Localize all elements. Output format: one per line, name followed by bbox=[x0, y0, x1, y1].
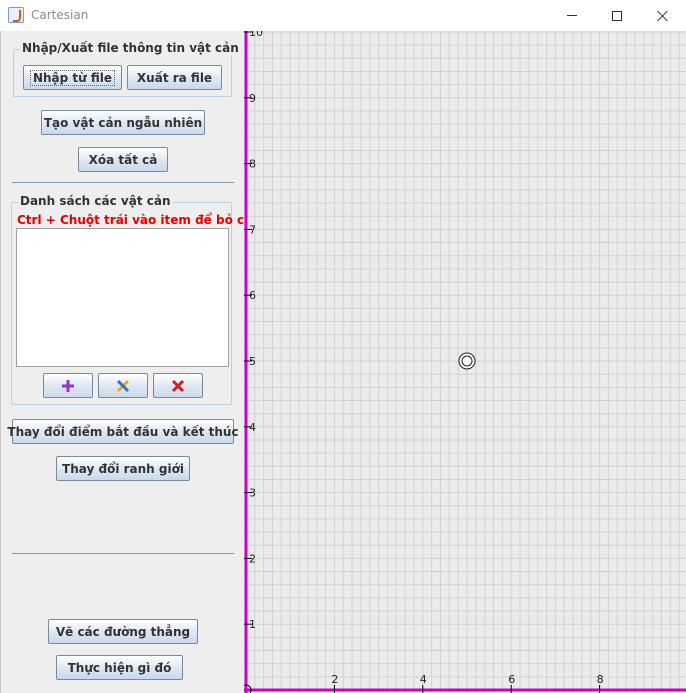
separator-top bbox=[12, 182, 234, 183]
export-file-button[interactable]: Xuất ra file bbox=[127, 65, 222, 90]
y-tick-label: 1 bbox=[249, 618, 256, 631]
y-tick-label: 9 bbox=[249, 92, 256, 105]
y-tick-label: 3 bbox=[249, 487, 256, 500]
x-tick-label: 6 bbox=[508, 673, 515, 686]
close-button[interactable] bbox=[640, 0, 686, 31]
random-obstacles-button[interactable]: Tạo vật cản ngẫu nhiên bbox=[41, 110, 205, 135]
obstacle-list[interactable] bbox=[16, 228, 229, 367]
y-tick-label: 10 bbox=[249, 31, 263, 39]
add-obstacle-button[interactable] bbox=[43, 373, 93, 398]
import-file-button[interactable]: Nhập từ file bbox=[23, 65, 122, 90]
obstacles-group-legend: Danh sách các vật cản bbox=[18, 194, 173, 208]
minimize-button[interactable] bbox=[549, 0, 595, 31]
x-tick-label: 2 bbox=[331, 673, 338, 686]
x-tick-label: 4 bbox=[420, 673, 427, 686]
y-tick-label: 8 bbox=[249, 158, 256, 171]
cartesian-canvas[interactable]: 2468112345678910 bbox=[244, 31, 686, 693]
do-something-button[interactable]: Thực hiện gì đó bbox=[56, 655, 183, 680]
pencil-cross-icon bbox=[116, 379, 130, 392]
change-bounds-button[interactable]: Thay đổi ranh giới bbox=[56, 456, 190, 481]
edit-obstacle-button[interactable] bbox=[98, 373, 148, 398]
import-file-label: Nhập từ file bbox=[29, 69, 116, 86]
y-tick-label: 5 bbox=[249, 355, 256, 368]
plus-icon bbox=[62, 379, 74, 392]
deselect-hint: Ctrl + Chuột trái vào item để bỏ chọn bbox=[17, 213, 270, 227]
window-title: Cartesian bbox=[31, 8, 89, 22]
clear-all-button[interactable]: Xóa tất cả bbox=[78, 147, 168, 172]
y-tick-label: 2 bbox=[249, 552, 256, 565]
close-icon bbox=[657, 10, 669, 22]
y-tick-label: 6 bbox=[249, 289, 256, 302]
delete-obstacle-button[interactable] bbox=[153, 373, 203, 398]
java-app-icon bbox=[8, 7, 24, 23]
draw-lines-button[interactable]: Vẽ các đường thẳng bbox=[48, 619, 198, 644]
separator-bottom bbox=[12, 553, 234, 554]
maximize-icon bbox=[612, 10, 622, 21]
change-start-end-button[interactable]: Thay đổi điểm bắt đầu và kết thúc bbox=[7, 419, 239, 444]
maximize-button[interactable] bbox=[594, 0, 640, 31]
control-panel: Nhập/Xuất file thông tin vật cản Nhập từ… bbox=[0, 31, 269, 693]
cartesian-plot[interactable]: 2468112345678910 bbox=[244, 31, 686, 693]
x-icon bbox=[171, 379, 185, 392]
x-tick-label: 8 bbox=[597, 673, 604, 686]
y-tick-label: 4 bbox=[249, 421, 256, 434]
file-group-legend: Nhập/Xuất file thông tin vật cản bbox=[20, 41, 241, 55]
minimize-icon bbox=[567, 15, 577, 16]
point-marker-outer bbox=[458, 352, 476, 370]
title-bar: Cartesian bbox=[0, 0, 686, 31]
y-tick-label: 7 bbox=[249, 223, 256, 236]
